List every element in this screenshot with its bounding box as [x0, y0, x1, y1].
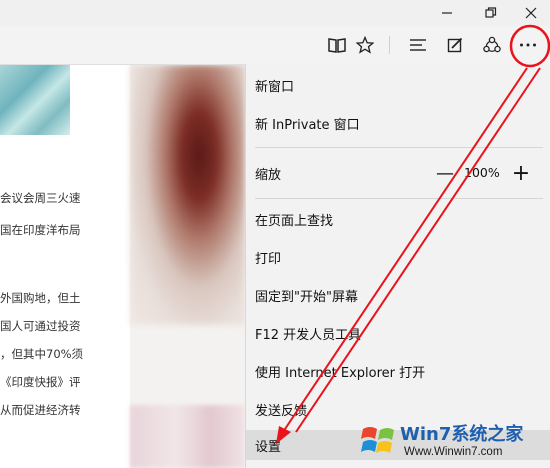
- web-note-button[interactable]: [440, 26, 470, 64]
- more-actions-menu: 新窗口 新 InPrivate 窗口 缩放 — 100% + 在页面上查找 打印…: [245, 64, 550, 468]
- zoom-level-value: 100%: [464, 165, 500, 180]
- blurred-news-photo-bottom: [130, 405, 245, 468]
- share-button[interactable]: [477, 26, 507, 64]
- article-text-line: 国在印度洋布局: [0, 223, 81, 237]
- restore-icon: [485, 7, 497, 18]
- restore-button[interactable]: [474, 0, 508, 26]
- menu-item-zoom: 缩放 — 100% +: [246, 158, 550, 188]
- web-note-icon: [447, 37, 463, 53]
- reading-view-button[interactable]: [322, 26, 352, 64]
- toolbar-divider: [389, 36, 390, 54]
- article-text-line: 国人可通过投资: [0, 319, 81, 333]
- menu-item-label: 发送反馈: [255, 403, 308, 419]
- menu-item-f12-developer-tools[interactable]: F12 开发人员工具: [246, 318, 550, 348]
- menu-item-label: 使用 Internet Explorer 打开: [255, 365, 426, 381]
- watermark-url: Www.Winwin7.com: [404, 446, 503, 458]
- more-actions-button[interactable]: [513, 26, 543, 64]
- menu-item-label: 新窗口: [255, 79, 295, 95]
- article-text-line: ，但其中70%须: [0, 347, 84, 361]
- more-actions-icon: [520, 43, 536, 47]
- article-thumbnail-image: [0, 65, 70, 135]
- menu-item-new-inprivate-window[interactable]: 新 InPrivate 窗口: [246, 108, 550, 138]
- menu-item-pin-to-start[interactable]: 固定到"开始"屏幕: [246, 280, 550, 310]
- menu-item-label: 缩放: [255, 167, 282, 183]
- minimize-button[interactable]: [430, 0, 464, 26]
- zoom-in-button[interactable]: +: [510, 161, 532, 186]
- favorite-star-icon: [356, 36, 374, 54]
- watermark-title: Win7系统之家: [400, 424, 524, 445]
- article-text-line: 会议会周三火速: [0, 191, 81, 205]
- menu-item-open-with-ie[interactable]: 使用 Internet Explorer 打开: [246, 356, 550, 386]
- minimize-icon: [442, 12, 452, 14]
- article-text-line: 从而促进经济转: [0, 403, 81, 417]
- menu-item-label: F12 开发人员工具: [255, 327, 362, 343]
- hub-icon: [410, 39, 426, 51]
- reading-view-icon: [328, 38, 346, 53]
- menu-item-new-window[interactable]: 新窗口: [246, 70, 550, 100]
- menu-divider: [255, 198, 543, 199]
- blurred-news-photo: [130, 65, 245, 325]
- article-column: 会议会周三火速 国在印度洋布局 外国购地，但土 国人可通过投资 ，但其中70%须…: [0, 65, 130, 468]
- article-text-line: 《印度快报》评: [0, 375, 81, 389]
- close-button[interactable]: [514, 0, 548, 26]
- menu-item-label: 在页面上查找: [255, 213, 334, 229]
- article-text-line: 外国购地，但土: [0, 291, 81, 305]
- news-image-column: [130, 65, 245, 468]
- share-icon: [483, 36, 501, 53]
- menu-divider: [255, 147, 543, 148]
- close-icon: [525, 7, 537, 19]
- menu-item-print[interactable]: 打印: [246, 242, 550, 272]
- zoom-out-button[interactable]: —: [434, 163, 456, 184]
- windows-logo-icon: [361, 427, 394, 453]
- zoom-label-row: 缩放: [246, 158, 550, 188]
- hub-button[interactable]: [403, 26, 433, 64]
- menu-item-label: 固定到"开始"屏幕: [255, 289, 358, 305]
- menu-item-label: 设置: [255, 439, 282, 455]
- browser-toolbar: [0, 26, 550, 65]
- menu-item-find-on-page[interactable]: 在页面上查找: [246, 204, 550, 234]
- favorites-button[interactable]: [350, 26, 380, 64]
- title-bar: [0, 0, 550, 26]
- site-watermark: Win7系统之家 Www.Winwin7.com: [360, 418, 550, 468]
- menu-item-label: 新 InPrivate 窗口: [255, 117, 360, 133]
- menu-item-label: 打印: [255, 251, 282, 267]
